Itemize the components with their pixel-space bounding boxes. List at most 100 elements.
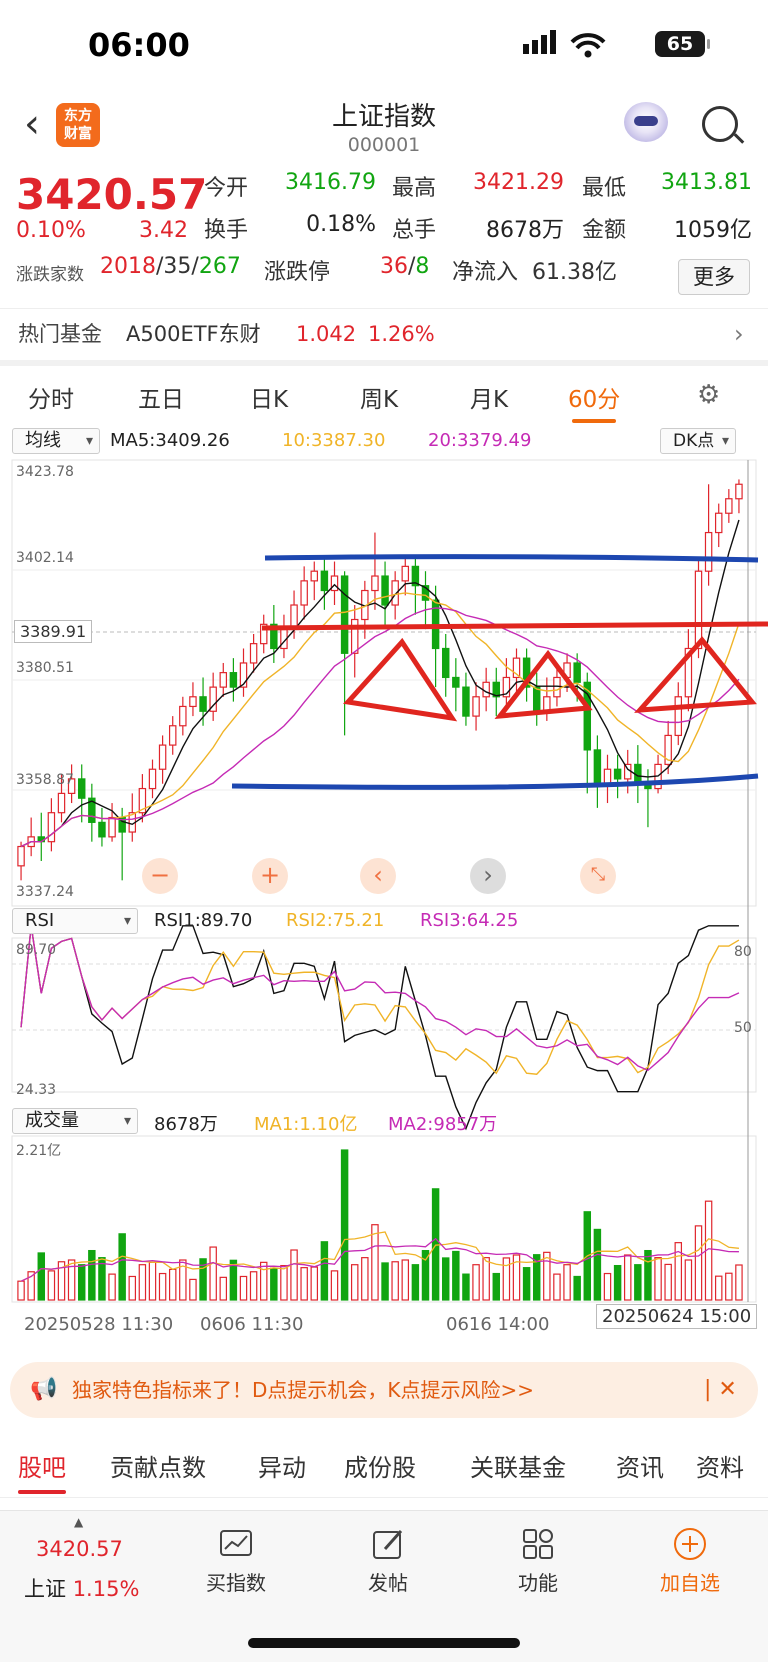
volume-bar: [522, 1267, 531, 1301]
rsi3-line: [20, 925, 740, 1072]
candle-body: [462, 686, 470, 717]
y-label-top: 3423.78: [16, 464, 74, 480]
volume-bar: [280, 1264, 288, 1301]
volume-bar: [259, 1261, 268, 1301]
grid-icon: [523, 1529, 553, 1559]
candle-body: [179, 705, 187, 727]
post-button[interactable]: 发帖: [338, 1527, 438, 1596]
rsi-select[interactable]: RSI: [12, 908, 138, 934]
candle-body: [189, 696, 197, 708]
volume-bar: [77, 1264, 86, 1301]
add-watchlist-button[interactable]: 加自选: [640, 1527, 740, 1596]
rsi2-label: RSI2:75.21: [286, 910, 385, 931]
volume-bar: [330, 1270, 339, 1301]
volume-bar: [108, 1273, 116, 1301]
function-button[interactable]: 功能: [488, 1527, 588, 1596]
tab-contribution[interactable]: 贡献点数: [110, 1448, 206, 1483]
volume-bar: [492, 1272, 501, 1301]
buy-index-button[interactable]: 买指数: [186, 1527, 286, 1596]
candle-body: [199, 696, 207, 712]
plus-circle-icon: [674, 1528, 706, 1560]
pan-right-button[interactable]: ›: [470, 858, 506, 894]
vol-ma2-label: MA2:9857万: [388, 1114, 498, 1135]
candle-body: [98, 821, 106, 838]
ma10-line: [20, 592, 740, 848]
candle-body: [300, 580, 308, 606]
content-tabs: 股吧 贡献点数 异动 成份股 关联基金 资讯 资料: [0, 1432, 768, 1498]
megaphone-icon: 📢: [30, 1377, 58, 1402]
candle-body: [603, 768, 612, 785]
volume-bar: [310, 1266, 319, 1301]
candle-body: [401, 565, 410, 582]
candle-body: [482, 681, 490, 698]
rsi-top-label: 89.70: [16, 942, 57, 958]
tab-news[interactable]: 资讯: [616, 1448, 664, 1483]
candle-body: [704, 531, 713, 572]
volume-bar: [654, 1257, 662, 1301]
candle-body: [714, 512, 723, 534]
volume-bar: [290, 1249, 298, 1301]
candle-body: [57, 792, 66, 814]
volume-bar: [47, 1270, 56, 1301]
tab-related-funds[interactable]: 关联基金: [470, 1448, 566, 1483]
volume-bar: [128, 1275, 137, 1301]
x-crosshair-label: 20250624 15:00: [596, 1304, 758, 1329]
volume-bar: [219, 1276, 228, 1301]
candle-body: [472, 696, 480, 717]
rsi1-label: RSI1:89.70: [154, 910, 253, 931]
candle-body: [350, 618, 359, 654]
fullscreen-icon[interactable]: ⤡: [580, 858, 616, 894]
vol-label: 8678万: [154, 1114, 218, 1135]
tab-movement[interactable]: 异动: [258, 1448, 306, 1483]
volume-bar: [421, 1249, 430, 1301]
x-label-2: 0606 11:30: [200, 1314, 304, 1335]
zoom-in-button[interactable]: +: [252, 858, 288, 894]
volume-bar: [634, 1264, 642, 1301]
candle-body: [735, 483, 743, 500]
y-label-bottom: 3337.24: [16, 884, 74, 900]
volume-bar: [684, 1259, 693, 1301]
candle-body: [573, 662, 581, 683]
volume-bar: [300, 1267, 308, 1301]
tab-profile[interactable]: 资料: [696, 1448, 744, 1483]
tab-guba[interactable]: 股吧: [18, 1448, 66, 1494]
candle-body: [694, 570, 703, 650]
volume-bar: [239, 1275, 248, 1301]
volume-bar: [249, 1271, 258, 1301]
rsi3-label: RSI3:64.25: [420, 910, 519, 931]
triangle-mark-3: [634, 636, 757, 713]
volume-bar: [472, 1264, 480, 1301]
candle-body: [330, 575, 339, 592]
pan-left-button[interactable]: ‹: [360, 858, 396, 894]
rsi-bottom-label: 24.33: [16, 1082, 57, 1098]
tab-constituents[interactable]: 成份股: [344, 1448, 416, 1483]
banner-text: 独家特色指标来了！D点提示机会，K点提示风险>>: [72, 1378, 535, 1402]
close-icon[interactable]: | ✕: [704, 1362, 737, 1418]
volume-bar: [118, 1233, 126, 1301]
zoom-out-button[interactable]: −: [142, 858, 178, 894]
volume-bar: [138, 1264, 147, 1301]
volume-select[interactable]: 成交量: [12, 1108, 138, 1134]
volume-bar: [735, 1264, 743, 1301]
resistance-line: [261, 621, 768, 631]
index-name: 上证 1.15%: [24, 1577, 140, 1601]
volume-bar: [320, 1241, 329, 1301]
chart-icon: [220, 1530, 252, 1556]
volume-bar: [462, 1273, 470, 1301]
candle-body: [320, 570, 329, 592]
candle-body: [47, 812, 56, 843]
volume-bar: [168, 1268, 177, 1301]
candle-body: [532, 686, 541, 712]
volume-bar: [361, 1257, 369, 1301]
edit-icon: [373, 1530, 403, 1559]
volume-bar: [452, 1250, 460, 1301]
volume-bar: [623, 1254, 632, 1301]
volume-bar: [270, 1267, 278, 1301]
volume-bar: [563, 1264, 571, 1301]
promo-banner[interactable]: 📢 独家特色指标来了！D点提示机会，K点提示风险>> | ✕: [10, 1362, 758, 1418]
volume-bar: [714, 1275, 723, 1301]
y-label-2: 3402.14: [16, 550, 74, 566]
ma20-line: [20, 607, 740, 848]
upper-trendline: [264, 554, 759, 563]
y-label-4: 3380.51: [16, 660, 74, 676]
